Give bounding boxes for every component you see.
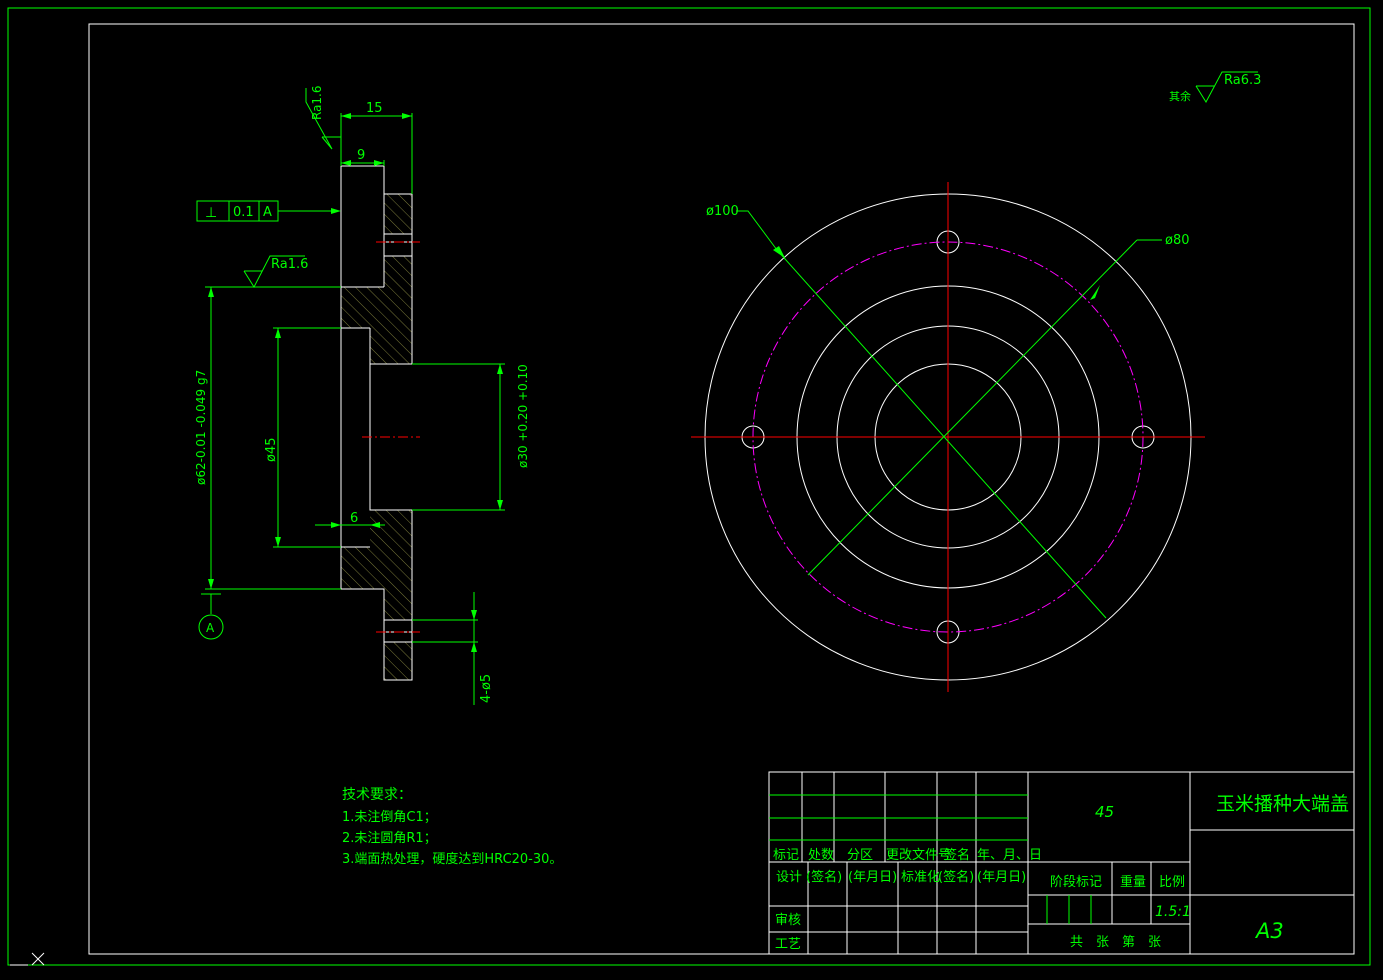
sheet-size: A3 [1254,919,1284,943]
dim-recess-6: 6 [350,511,358,526]
svg-text:A: A [206,621,215,635]
dim-outer-100: ø100 [706,204,739,219]
svg-text:重量: 重量 [1120,874,1146,890]
svg-text:⊥: ⊥ [205,205,217,221]
hatch-upper [341,256,412,364]
dim-bore-45: ø45 [264,438,279,463]
svg-text:分区: 分区 [847,848,873,863]
svg-text:(签名): (签名) [806,869,842,885]
svg-text:其余: 其余 [1169,89,1191,103]
svg-text:2.未注圆角R1；: 2.未注圆角R1； [342,831,437,846]
dim-register-62: ø62-0.01 -0.049 g7 [194,370,208,485]
svg-text:处数: 处数 [808,848,834,863]
dim-width-15: 15 [366,101,383,116]
svg-text:共 张 第 张: 共 张 第 张 [1070,935,1161,950]
title-block: 45 玉米播种大端盖 1.5:1 A3 标记 处数 分区 更改文件号 签名 年、… [768,771,1355,955]
svg-text:标准化: 标准化 [901,870,940,885]
hatch-bottom [384,642,412,680]
general-roughness-note: 其余 Ra6.3 [1169,71,1261,103]
scale-value: 1.5:1 [1155,904,1191,920]
svg-text:比例: 比例 [1159,875,1185,890]
svg-text:设计: 设计 [776,870,802,885]
section-view: 15 9 6 ø45 ø62-0.01 -0.049 g7 ø30 +0.20 … [194,85,530,705]
outer-border [7,7,1371,966]
material: 45 [1095,803,1114,821]
part-name: 玉米播种大端盖 [1216,793,1349,815]
cad-drawing: 其余 Ra6.3 15 9 6 ø45 ø62-0.01 -0.049 g7 ø… [7,7,1371,966]
svg-text:(签名): (签名) [938,869,974,885]
svg-text:(年月日): (年月日) [977,870,1026,885]
svg-text:签名: 签名 [944,847,970,863]
svg-text:0.1: 0.1 [233,205,254,220]
hatch-top [384,194,412,234]
svg-text:审核: 审核 [775,913,801,928]
svg-text:Ra1.6: Ra1.6 [310,85,324,120]
dim-hub-30: ø30 +0.20 +0.10 [516,364,530,468]
svg-text:Ra6.3: Ra6.3 [1224,73,1261,88]
svg-text:工艺: 工艺 [775,937,801,952]
svg-text:1.未注倒角C1；: 1.未注倒角C1； [342,810,437,825]
svg-text:Ra1.6: Ra1.6 [271,257,308,272]
svg-text:标记: 标记 [773,848,799,863]
dim-step-9: 9 [357,148,365,163]
svg-text:3.端面热处理，硬度达到HRC20-30。: 3.端面热处理，硬度达到HRC20-30。 [342,851,562,867]
dim-bolt-circle-80: ø80 [1165,233,1190,248]
front-view: ø100 ø80 [691,182,1205,692]
ucs-icon [10,952,45,966]
svg-text:(年月日): (年月日) [848,870,897,885]
svg-text:年、月、日: 年、月、日 [977,848,1042,863]
svg-text:A: A [263,205,272,220]
svg-text:更改文件号: 更改文件号 [886,848,951,863]
svg-text:阶段标记: 阶段标记 [1050,875,1102,890]
tech-requirements: 技术要求： 1.未注倒角C1； 2.未注圆角R1； 3.端面热处理，硬度达到HR… [342,787,562,867]
dim-holes: 4-ø5 [479,674,494,703]
inner-frame [88,23,1355,955]
svg-text:技术要求：: 技术要求： [342,787,412,803]
